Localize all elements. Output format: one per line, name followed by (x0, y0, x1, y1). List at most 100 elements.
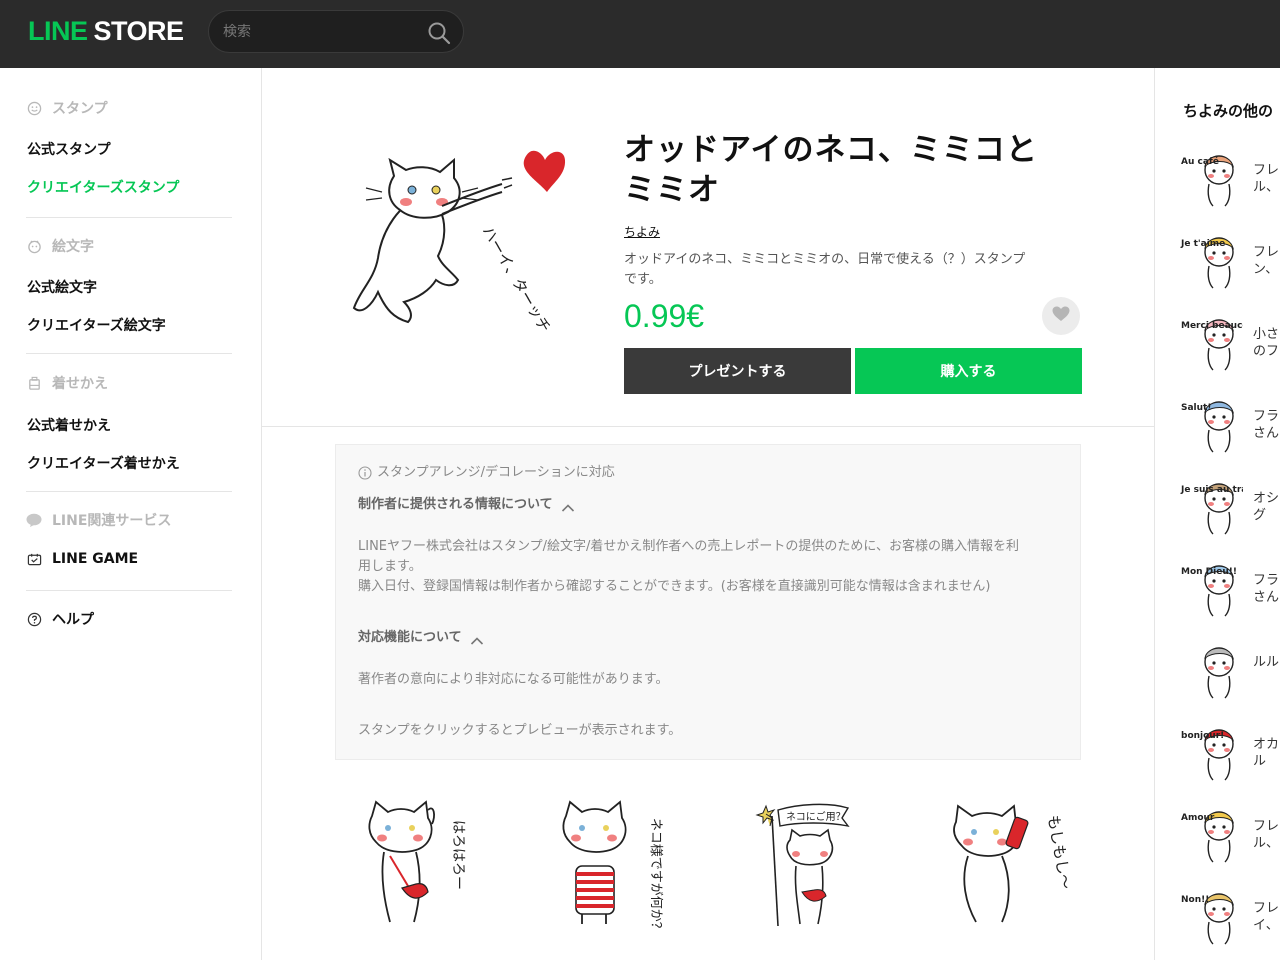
related-sticker-title[interactable]: フラ さん (1253, 408, 1279, 442)
related-title-line: イ、 (1253, 918, 1279, 933)
sidebar-item-official-themes[interactable]: 公式着せかえ (27, 415, 111, 435)
related-title-line: 小さ (1253, 327, 1280, 342)
author-link[interactable]: ちよみ (624, 223, 660, 240)
related-title-line: ルル (1253, 655, 1280, 670)
feature-info-toggle[interactable]: 対応機能について (358, 628, 484, 648)
sticker-item[interactable]: はろはろー (350, 796, 490, 936)
creator-info-text: LINEヤフー株式会社はスタンプ/絵文字/着せかえ制作者への売上レポートの提供の… (358, 539, 1019, 554)
related-sticker-thumbnail[interactable]: Mon Dieu!! (1179, 554, 1243, 618)
related-sticker-item[interactable]: Mon Dieu!! フラさん (1179, 554, 1280, 626)
related-sticker-item[interactable]: Merci beaucoup 小さのフ (1179, 308, 1280, 380)
related-sticker-thumbnail[interactable]: Non!! (1179, 882, 1243, 946)
top-header: LINE STORE (0, 0, 1280, 68)
arrange-note-text: スタンプアレンジ/デコレーションに対応 (377, 465, 615, 480)
favorite-button[interactable] (1042, 297, 1080, 335)
sidebar-item-official-emoji[interactable]: 公式絵文字 (27, 277, 97, 297)
product-price: 0.99€ (624, 298, 705, 334)
creator-info-heading: 制作者に提供される情報について (358, 497, 553, 512)
related-title-line: さん (1253, 590, 1280, 605)
emoji-icon (26, 238, 42, 254)
related-title-line: フラ (1253, 573, 1280, 588)
related-sticker-title[interactable]: フレ ル、 (1253, 818, 1279, 852)
sidebar-item-official-stamps[interactable]: 公式スタンプ (27, 139, 111, 159)
help-icon (26, 611, 42, 627)
related-sticker-title[interactable]: フレ イ、 (1253, 900, 1279, 934)
line-store-logo[interactable]: LINE STORE (28, 16, 184, 47)
sidebar-item-creators-emoji[interactable]: クリエイターズ絵文字 (27, 315, 166, 335)
sidebar-item-creators-stamps[interactable]: クリエイターズスタンプ (27, 177, 179, 197)
sidebar-heading-label: スタンプ (52, 101, 108, 117)
sidebar-divider (26, 590, 232, 591)
related-sticker-item[interactable]: Je suis au travail オシグ (1179, 472, 1280, 544)
related-sticker-title[interactable]: 小さ のフ (1253, 326, 1279, 360)
feature-info-text: 著作者の意向により非対応になる可能性があります。 (358, 672, 669, 687)
related-sticker-item[interactable]: Au café フレル、 (1179, 144, 1280, 216)
related-caption: Au café (1181, 156, 1219, 167)
related-title-line: フレ (1253, 163, 1280, 178)
related-sticker-thumbnail[interactable] (1179, 636, 1243, 700)
related-sticker-item[interactable]: ルル (1179, 636, 1280, 708)
search-input[interactable] (223, 22, 423, 42)
feature-info-heading: 対応機能について (358, 630, 462, 645)
sidebar-item-creators-themes[interactable]: クリエイターズ着せかえ (27, 453, 180, 473)
related-sticker-column: ちよみの他の Au café フレ ル、 Je t'aime フレ ン、 Merci bea… (1154, 68, 1280, 960)
line-services-icon (26, 512, 42, 528)
related-title: ちよみの他の (1183, 102, 1274, 120)
logo-store: STORE (93, 16, 185, 46)
related-sticker-thumbnail[interactable]: Je suis au travail (1179, 472, 1265, 536)
related-caption: bonjour! (1181, 731, 1224, 741)
sidebar-divider (26, 353, 232, 354)
related-sticker-thumbnail[interactable]: Merci beaucoup (1179, 308, 1262, 372)
related-caption: Salut! (1181, 403, 1211, 413)
related-sticker-title[interactable]: フレ ン、 (1253, 244, 1279, 278)
gift-button[interactable]: プレゼントする (624, 348, 851, 394)
related-sticker-thumbnail[interactable]: Au café (1179, 144, 1243, 208)
sidebar-divider (26, 491, 232, 492)
product-description: オッドアイのネコ、ミミコとミミオの、日常で使える（？）スタンプ です。 (624, 250, 1084, 290)
search-icon[interactable] (427, 21, 451, 45)
related-caption: Mon Dieu!! (1181, 567, 1237, 577)
related-sticker-item[interactable]: Amour フレ ル、 (1179, 800, 1280, 872)
sticker-item[interactable]: もしもし〜 (932, 796, 1075, 936)
related-title-line: フラ (1253, 409, 1280, 424)
related-sticker-title[interactable]: ルル (1253, 654, 1279, 671)
related-caption: Je suis au travail (1180, 485, 1243, 495)
sidebar-section-themes: 着せかえ (26, 373, 108, 393)
content-divider (262, 426, 1154, 427)
sticker-item[interactable]: ネコ様ですが何か？ (544, 796, 684, 936)
sticker-text: ネコにご用？ (786, 810, 846, 823)
related-sticker-item[interactable]: Salut! フラ さん (1179, 390, 1280, 462)
sticker-text: もしもし〜 (1044, 814, 1072, 891)
related-sticker-item[interactable]: Je t'aime フレ ン、 (1179, 226, 1280, 298)
description-line: です。 (624, 272, 662, 287)
related-title-line: ン、 (1253, 262, 1279, 277)
sidebar-item-line-game[interactable]: LINE GAME (26, 551, 138, 567)
smile-icon (26, 100, 42, 116)
left-sidebar: スタンプ 公式スタンプ クリエイターズスタンプ 絵文字 公式絵文字 クリエイター… (0, 68, 262, 960)
related-title-line: ル、 (1253, 180, 1280, 195)
sidebar-item-help[interactable]: ヘルプ (26, 609, 94, 629)
related-sticker-title[interactable]: フラ さん (1253, 572, 1279, 606)
main-sticker-image[interactable]: ハーイ、ターッチ (342, 140, 578, 340)
related-sticker-thumbnail[interactable]: Amour (1179, 800, 1243, 864)
buy-button[interactable]: 購入する (855, 348, 1082, 394)
sticker-item[interactable]: ネコにご用？ (738, 796, 878, 936)
product-title: オッドアイのネコ、ミミコと ミミオ (624, 130, 1094, 210)
related-sticker-thumbnail[interactable]: Salut! (1179, 390, 1243, 454)
related-sticker-item[interactable]: bonjour! オカル (1179, 718, 1280, 790)
sidebar-section-emoji: 絵文字 (26, 236, 94, 256)
related-caption: Non!! (1181, 895, 1209, 905)
related-sticker-thumbnail[interactable]: bonjour! (1179, 718, 1243, 782)
related-sticker-item[interactable]: Non!! フレ イ、 (1179, 882, 1280, 954)
creator-info-toggle[interactable]: 制作者に提供される情報について (358, 495, 575, 515)
related-sticker-title[interactable]: フレ ル、 (1253, 162, 1279, 196)
info-box: スタンプアレンジ/デコレーションに対応 制作者に提供される情報について LINE… (335, 444, 1081, 760)
related-sticker-title[interactable]: オカル (1253, 736, 1279, 770)
creator-info-text: 用します。 (358, 559, 422, 574)
creator-info-text: 購入日付、登録国情報は制作者から確認することができます。(お客様を直接識別可能な… (358, 579, 991, 594)
related-title-line: のフ (1253, 344, 1280, 359)
related-title-line: ル、 (1253, 836, 1280, 851)
related-sticker-thumbnail[interactable]: Je t'aime (1179, 226, 1243, 290)
sidebar-divider (26, 217, 232, 218)
related-sticker-title[interactable]: オシグ (1253, 490, 1279, 524)
